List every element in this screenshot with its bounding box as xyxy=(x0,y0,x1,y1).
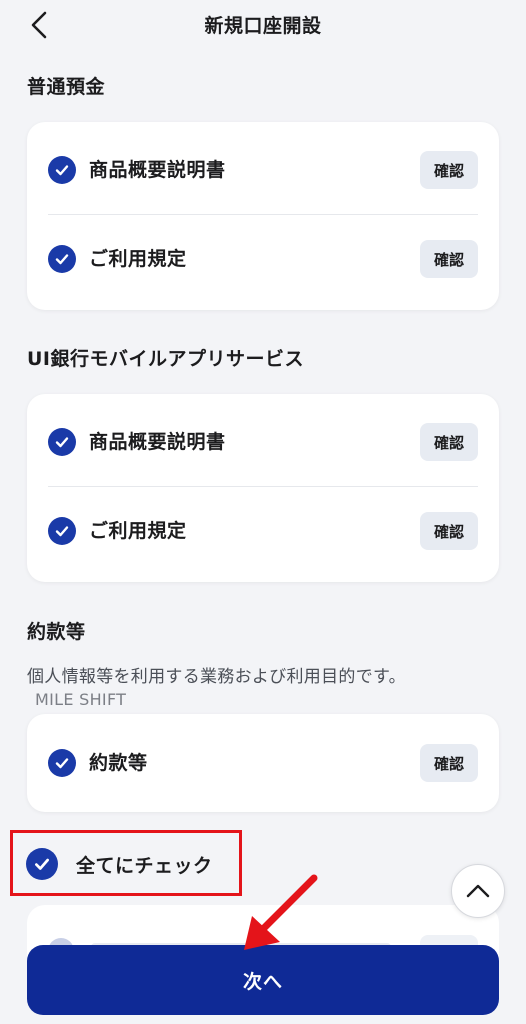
scroll-to-top-button[interactable] xyxy=(451,864,505,918)
card-yakkan: 約款等 確認 xyxy=(27,714,499,812)
doc-label: ご利用規定 xyxy=(89,520,187,542)
checkbox-checked[interactable] xyxy=(48,156,76,184)
doc-row: 約款等 確認 xyxy=(27,719,499,807)
confirm-button[interactable]: 確認 xyxy=(420,240,478,278)
doc-label: 商品概要説明書 xyxy=(89,431,226,453)
doc-row: ご利用規定 確認 xyxy=(27,487,499,575)
doc-label: 商品概要説明書 xyxy=(89,159,226,181)
checkmark-icon xyxy=(55,758,69,769)
doc-row: 商品概要説明書 確認 xyxy=(27,126,499,214)
doc-row: 商品概要説明書 確認 xyxy=(27,398,499,486)
section-title-mobile-app: UI銀行モバイルアプリサービス xyxy=(27,348,304,370)
section-title-futsu-yokin: 普通預金 xyxy=(27,76,106,98)
confirm-button[interactable]: 確認 xyxy=(420,151,478,189)
section-title-yakkan: 約款等 xyxy=(27,621,86,643)
checkbox-checked[interactable] xyxy=(48,517,76,545)
checkbox-checked[interactable] xyxy=(48,428,76,456)
doc-label: 約款等 xyxy=(89,752,148,774)
page-title: 新規口座開設 xyxy=(204,15,322,37)
checkbox-checked[interactable] xyxy=(48,749,76,777)
checkmark-icon xyxy=(55,526,69,537)
section-description: 個人情報等を利用する業務および利用目的です。 xyxy=(27,667,406,687)
checkbox-checked[interactable] xyxy=(48,245,76,273)
annotation-arrow-icon xyxy=(244,874,318,950)
chevron-up-icon xyxy=(466,884,490,898)
watermark: MILE SHIFT xyxy=(35,690,127,709)
account-opening-screen: 新規口座開設 普通預金 商品概要説明書 確認 ご利用規定 確認 UI銀行モバイル… xyxy=(0,0,526,1024)
card-futsu-yokin: 商品概要説明書 確認 ご利用規定 確認 xyxy=(27,122,499,310)
header: 新規口座開設 xyxy=(0,0,526,52)
confirm-button[interactable]: 確認 xyxy=(420,423,478,461)
checkmark-icon xyxy=(55,437,69,448)
card-mobile-app: 商品概要説明書 確認 ご利用規定 確認 xyxy=(27,394,499,582)
annotation-highlight-box xyxy=(10,830,242,896)
doc-row: ご利用規定 確認 xyxy=(27,215,499,303)
checkmark-icon xyxy=(55,165,69,176)
confirm-button[interactable]: 確認 xyxy=(420,744,478,782)
confirm-button[interactable]: 確認 xyxy=(420,512,478,550)
checkmark-icon xyxy=(55,254,69,265)
doc-label: ご利用規定 xyxy=(89,248,187,270)
